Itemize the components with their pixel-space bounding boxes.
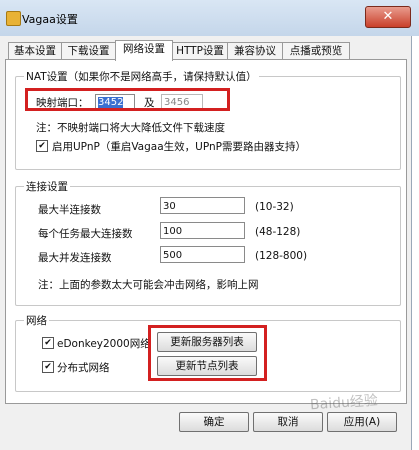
tab-http[interactable]: HTTP设置 [172,42,228,60]
connection-note: 注：上面的参数太大可能会冲击网络，影响上网 [38,279,259,291]
tab-compat[interactable]: 兼容协议 [227,42,283,60]
edonkey-checkbox[interactable]: ✔ [42,337,54,349]
task-max-conn-input[interactable]: 100 [160,222,245,239]
title-bar: Vagaa设置 ✕ [0,0,419,36]
ok-button[interactable]: 确定 [179,412,249,432]
distributed-checkbox[interactable]: ✔ [42,361,54,373]
network-legend: 网络 [24,313,49,328]
tab-network[interactable]: 网络设置 [115,40,173,61]
tab-download[interactable]: 下载设置 [61,42,116,60]
update-buttons-highlight-box [148,325,267,381]
cancel-button[interactable]: 取消 [253,412,323,432]
app-icon [6,11,21,26]
max-half-conn-label: 最大半连接数 [38,204,101,216]
max-concurrent-input[interactable]: 500 [160,246,245,263]
max-half-conn-range: (10-32) [255,201,294,213]
tab-preview[interactable]: 点播或预览 [282,42,350,60]
port-highlight-box [25,88,230,111]
tab-basic[interactable]: 基本设置 [8,42,62,60]
apply-button[interactable]: 应用(A) [327,412,397,432]
nat-note: 注：不映射端口将大大降低文件下载速度 [36,122,225,134]
max-half-conn-input[interactable]: 30 [160,197,245,214]
task-max-conn-label: 每个任务最大连接数 [38,228,133,240]
max-concurrent-range: (128-800) [255,250,308,262]
distributed-label: 分布式网络 [57,362,110,374]
nat-legend: NAT设置（如果你不是网络高手，请保持默认值） [24,69,259,84]
upnp-checkbox[interactable]: ✔ [36,140,48,152]
edonkey-label: eDonkey2000网络 [57,338,151,350]
task-max-conn-range: (48-128) [255,226,301,238]
window-title: Vagaa设置 [22,13,78,26]
close-button[interactable]: ✕ [365,6,411,28]
max-concurrent-label: 最大并发连接数 [38,252,112,264]
upnp-label: 启用UPnP（重启Vagaa生效，UPnP需要路由器支持） [52,141,306,153]
connection-legend: 连接设置 [24,179,70,194]
